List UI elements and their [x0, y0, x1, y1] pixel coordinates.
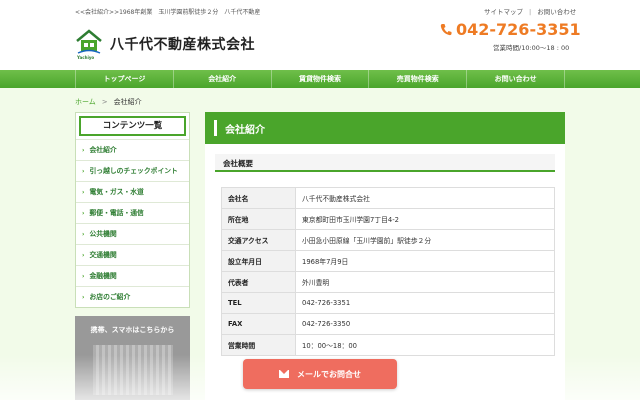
contents-menu: コンテンツ一覧 › 会社紹介 › 引っ越しのチェックポイント › 電気・ガス・水道 ›…: [75, 112, 190, 308]
table-row: 会社名 八千代不動産株式会社: [221, 187, 555, 209]
company-info-table: 会社名 八千代不動産株式会社 所在地 東京都町田市玉川学園7丁目4-2 交通アクセス…: [221, 187, 555, 356]
row-key: TEL: [221, 292, 296, 314]
sidebar-item-label: 引っ越しのチェックポイント: [89, 167, 178, 175]
sidebar-item-label: お店のご紹介: [89, 293, 131, 301]
chevron-right-icon: ›: [82, 210, 85, 217]
table-row: 交通アクセス 小田急小田原線「玉川学園前」駅徒歩２分: [221, 229, 555, 251]
chevron-right-icon: ›: [82, 189, 85, 196]
sidebar-item-company[interactable]: › 会社紹介: [76, 139, 189, 160]
page-title-bar: 会社紹介: [205, 112, 565, 144]
site-header: <<会社紹介>>1968年創業 玉川学園前駅徒歩２分 八千代不動産 Yachiy…: [0, 0, 640, 70]
utility-links: サイトマップ | お問い合わせ: [478, 6, 582, 16]
row-value: 東京都町田市玉川学園7丁目4-2: [295, 208, 555, 230]
phone-number[interactable]: 042-726-3351: [456, 20, 581, 39]
chevron-right-icon: ›: [82, 252, 85, 259]
chevron-right-icon: ›: [82, 231, 85, 238]
sidebar-item-banks[interactable]: › 金融機関: [76, 265, 189, 286]
row-value: 1968年7月9日: [295, 250, 555, 272]
row-key: 交通アクセス: [221, 229, 296, 251]
table-row: 代表者 外川豊明: [221, 271, 555, 293]
row-key: FAX: [221, 313, 296, 335]
chevron-right-icon: ›: [82, 168, 85, 175]
phone-icon: [440, 24, 452, 36]
sidebar-item-transport[interactable]: › 交通機関: [76, 244, 189, 265]
row-key: 設立年月日: [221, 250, 296, 272]
envelope-icon: [279, 370, 289, 378]
nav-item-contact[interactable]: お問い合わせ: [467, 70, 565, 88]
table-row: TEL 042-726-3351: [221, 292, 555, 314]
sidebar-item-label: 会社紹介: [89, 146, 117, 154]
sidebar-item-post-phone[interactable]: › 郵便・電話・通信: [76, 202, 189, 223]
row-key: 代表者: [221, 271, 296, 293]
business-hours: 営業時間/10:00～18 : 00: [493, 44, 570, 52]
sidebar-item-moving-checkpoints[interactable]: › 引っ越しのチェックポイント: [76, 160, 189, 181]
table-row: 所在地 東京都町田市玉川学園7丁目4-2: [221, 208, 555, 230]
table-row: FAX 042-726-3350: [221, 313, 555, 335]
sidebar-item-label: 金融機関: [89, 272, 117, 280]
header-tagline: <<会社紹介>>1968年創業 玉川学園前駅徒歩２分 八千代不動産: [75, 9, 261, 16]
sidebar-item-public-institutions[interactable]: › 公共機関: [76, 223, 189, 244]
sidebar-item-label: 公共機関: [89, 230, 117, 238]
sidebar-item-utilities[interactable]: › 電気・ガス・水道: [76, 181, 189, 202]
mail-contact-button[interactable]: メールでお問合せ: [243, 359, 397, 389]
chevron-right-icon: ›: [82, 273, 85, 280]
mail-button-label: メールでお問合せ: [297, 369, 361, 379]
section-title: 会社概要: [223, 159, 253, 168]
nav-item-sale-search[interactable]: 売買物件検索: [369, 70, 468, 88]
table-row: 営業時間 10：00～18：00: [221, 334, 555, 356]
sitemap-link[interactable]: サイトマップ: [478, 8, 529, 16]
title-accent-bar: [214, 120, 217, 136]
row-key: 所在地: [221, 208, 296, 230]
logo-caption: Yachiyo: [77, 55, 95, 60]
row-key: 営業時間: [221, 334, 296, 356]
house-logo-icon[interactable]: [76, 28, 102, 56]
breadcrumb: ホーム > 会社紹介: [75, 97, 142, 107]
row-value: 042-726-3350: [295, 313, 555, 335]
sidebar-title: コンテンツ一覧: [79, 116, 186, 136]
row-value: 八千代不動産株式会社: [295, 187, 555, 209]
sidebar-item-label: 電気・ガス・水道: [89, 188, 144, 196]
sidebar-item-label: 郵便・電話・通信: [89, 209, 144, 217]
phone-block[interactable]: 042-726-3351: [440, 20, 581, 39]
nav-item-company[interactable]: 会社紹介: [174, 70, 272, 88]
row-value: 042-726-3351: [295, 292, 555, 314]
breadcrumb-current: 会社紹介: [113, 98, 142, 106]
section-heading: 会社概要: [215, 154, 555, 172]
sidebar-item-shops[interactable]: › お店のご紹介: [76, 286, 189, 307]
chevron-right-icon: ›: [82, 147, 85, 154]
nav-item-top[interactable]: トップページ: [75, 70, 174, 88]
row-value: 10：00～18：00: [295, 334, 555, 356]
nav-item-rental-search[interactable]: 賃貸物件検索: [272, 70, 370, 88]
company-name[interactable]: 八千代不動産株式会社: [110, 34, 255, 54]
row-value: 外川豊明: [295, 271, 555, 293]
sidebar-item-label: 交通機関: [89, 251, 117, 259]
row-value: 小田急小田原線「玉川学園前」駅徒歩２分: [295, 229, 555, 251]
row-key: 会社名: [221, 187, 296, 209]
breadcrumb-arrow: >: [101, 98, 108, 106]
table-row: 設立年月日 1968年7月9日: [221, 250, 555, 272]
mobile-box-title: 携帯、スマホはこちらから: [90, 326, 175, 334]
contact-link[interactable]: お問い合わせ: [531, 8, 582, 16]
page-title: 会社紹介: [225, 125, 265, 136]
chevron-right-icon: ›: [82, 294, 85, 301]
breadcrumb-home[interactable]: ホーム: [75, 98, 96, 106]
global-nav: トップページ 会社紹介 賃貸物件検索 売買物件検索 お問い合わせ: [0, 70, 640, 88]
